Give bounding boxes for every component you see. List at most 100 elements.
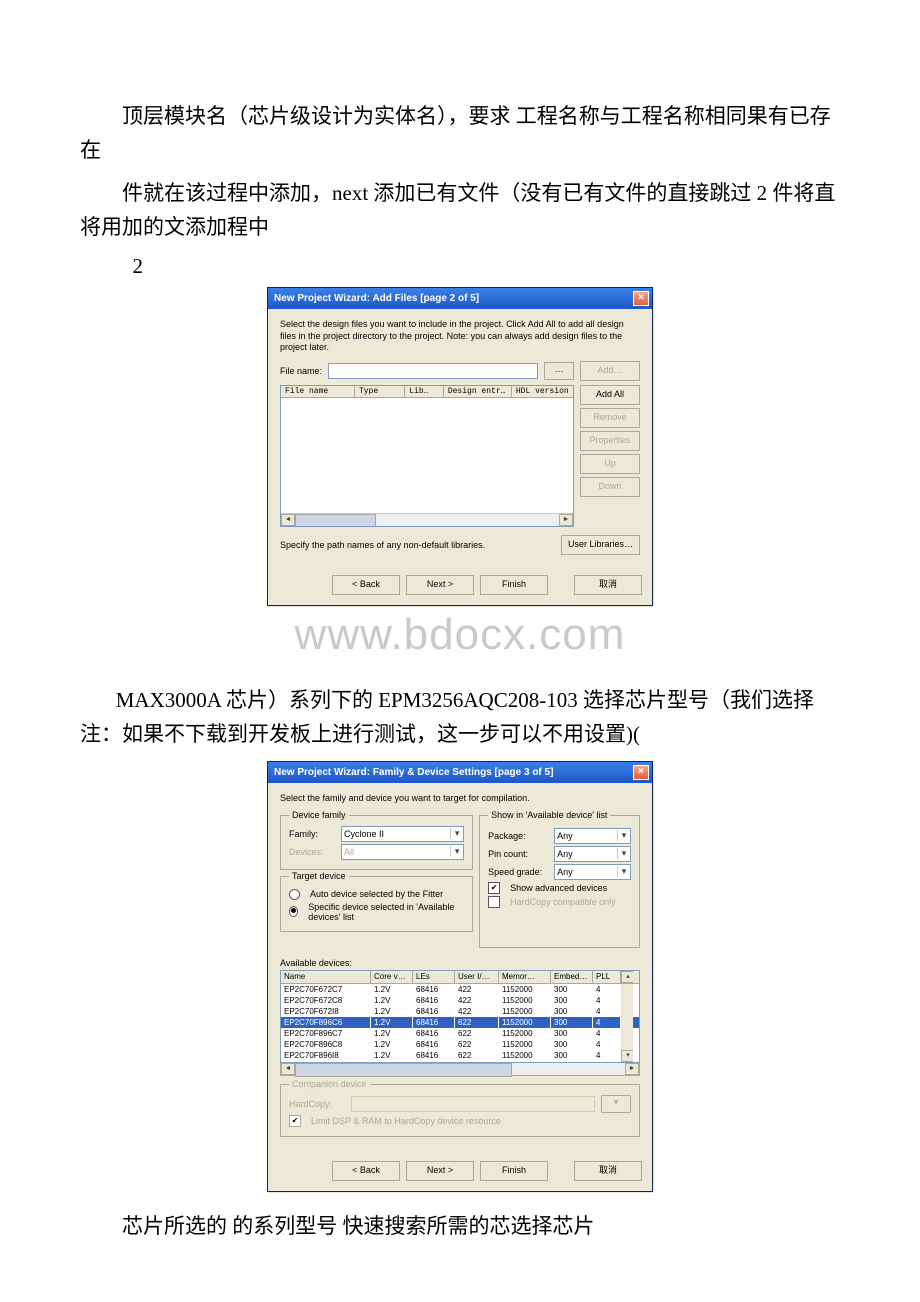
col-entry[interactable]: Design entr… bbox=[444, 386, 512, 397]
table-cell: 1152000 bbox=[499, 995, 551, 1006]
dialog-titlebar[interactable]: New Project Wizard: Add Files [page 2 of… bbox=[268, 288, 652, 309]
table-row[interactable]: EP2C70F672I81.2V6841642211520003004 bbox=[281, 1006, 639, 1017]
files-table[interactable]: File name Type Lib… Design entr… HDL ver… bbox=[280, 385, 574, 527]
table-row[interactable]: EP2C70F896I81.2V6841662211520003004▾ bbox=[281, 1050, 639, 1062]
horizontal-scrollbar[interactable]: ◄ ► bbox=[280, 1063, 640, 1076]
table-cell: 1152000 bbox=[499, 1039, 551, 1050]
col-les[interactable]: LEs bbox=[413, 971, 455, 983]
table-row[interactable]: EP2C70F672C81.2V6841642211520003004 bbox=[281, 995, 639, 1006]
filename-input[interactable] bbox=[328, 363, 538, 379]
available-devices-label: Available devices: bbox=[280, 958, 640, 968]
scroll-up-icon[interactable]: ▴ bbox=[621, 971, 633, 983]
checkbox-icon bbox=[488, 882, 500, 894]
user-libraries-button[interactable]: User Libraries… bbox=[561, 535, 640, 555]
target-device-group: Target device Auto device selected by th… bbox=[280, 876, 473, 932]
col-pll[interactable]: PLL bbox=[593, 971, 621, 983]
col-filename[interactable]: File name bbox=[281, 386, 355, 397]
finish-button[interactable]: Finish bbox=[480, 575, 548, 595]
col-hdl[interactable]: HDL version bbox=[512, 386, 573, 397]
col-lib[interactable]: Lib… bbox=[405, 386, 444, 397]
back-button[interactable]: < Back bbox=[332, 1161, 400, 1181]
scroll-right-icon[interactable]: ► bbox=[625, 1063, 639, 1075]
table-cell: 622 bbox=[455, 1017, 499, 1028]
family-select[interactable]: Cyclone II▾ bbox=[341, 826, 464, 842]
table-cell: 68416 bbox=[413, 1028, 455, 1039]
scroll-track[interactable] bbox=[295, 1063, 625, 1075]
limit-dsp-checkbox: Limit DSP & RAM to HardCopy device resou… bbox=[289, 1115, 631, 1127]
scroll-left-icon[interactable]: ◄ bbox=[281, 1063, 295, 1075]
speed-select[interactable]: Any▾ bbox=[554, 864, 631, 880]
available-devices-table[interactable]: Name Core v… LEs User I/… Memor… Embed… … bbox=[280, 970, 640, 1063]
dialog-instructions: Select the family and device you want to… bbox=[280, 793, 640, 804]
add-button[interactable]: Add… bbox=[580, 361, 640, 381]
col-io[interactable]: User I/… bbox=[455, 971, 499, 983]
table-row[interactable]: EP2C70F672C71.2V6841642211520003004 bbox=[281, 984, 639, 995]
specific-device-label: Specific device selected in 'Available d… bbox=[308, 902, 464, 922]
horizontal-scrollbar[interactable]: ◄ ► bbox=[281, 513, 573, 526]
col-core[interactable]: Core v… bbox=[371, 971, 413, 983]
next-button[interactable]: Next > bbox=[406, 1161, 474, 1181]
close-icon[interactable]: × bbox=[633, 765, 649, 780]
scroll-down-icon[interactable]: ▾ bbox=[621, 1050, 633, 1062]
table-row[interactable]: EP2C70F896C81.2V6841662211520003004 bbox=[281, 1039, 639, 1050]
down-button[interactable]: Down bbox=[580, 477, 640, 497]
properties-button[interactable]: Properties bbox=[580, 431, 640, 451]
table-cell: 4 bbox=[593, 1039, 621, 1050]
table-cell: 1.2V bbox=[371, 1006, 413, 1017]
cancel-button[interactable]: 取消 bbox=[574, 1161, 642, 1181]
back-button[interactable]: < Back bbox=[332, 575, 400, 595]
device-settings-dialog: New Project Wizard: Family & Device Sett… bbox=[267, 761, 653, 1191]
scroll-left-icon[interactable]: ◄ bbox=[281, 514, 295, 526]
remove-button[interactable]: Remove bbox=[580, 408, 640, 428]
col-emb[interactable]: Embed… bbox=[551, 971, 593, 983]
table-cell: EP2C70F672C8 bbox=[281, 995, 371, 1006]
col-type[interactable]: Type bbox=[355, 386, 405, 397]
table-cell: ▾ bbox=[621, 1050, 633, 1062]
table-cell: 300 bbox=[551, 984, 593, 995]
paragraph-1: 顶层模块名（芯片级设计为实体名），要求 工程名称与工程名称相同果有已存在 bbox=[80, 100, 840, 167]
table-cell: 1.2V bbox=[371, 1039, 413, 1050]
show-advanced-checkbox[interactable]: Show advanced devices bbox=[488, 882, 631, 894]
device-family-group: Device family Family: Cyclone II▾ Device… bbox=[280, 815, 473, 870]
scroll-thumb[interactable] bbox=[295, 514, 376, 527]
specific-device-radio[interactable]: Specific device selected in 'Available d… bbox=[289, 902, 464, 922]
dialog-titlebar[interactable]: New Project Wizard: Family & Device Sett… bbox=[268, 762, 652, 783]
table-cell: 422 bbox=[455, 984, 499, 995]
auto-device-radio[interactable]: Auto device selected by the Fitter bbox=[289, 889, 464, 900]
table-row[interactable]: EP2C70F896C61.2V6841662211520003004 bbox=[281, 1017, 639, 1028]
cancel-button[interactable]: 取消 bbox=[574, 575, 642, 595]
table-cell: 68416 bbox=[413, 995, 455, 1006]
scroll-right-icon[interactable]: ► bbox=[559, 514, 573, 526]
table-cell: EP2C70F672I8 bbox=[281, 1006, 371, 1017]
browse-button[interactable]: … bbox=[544, 362, 574, 380]
package-value: Any bbox=[557, 831, 573, 841]
table-row[interactable]: EP2C70F896C71.2V6841662211520003004 bbox=[281, 1028, 639, 1039]
finish-button[interactable]: Finish bbox=[480, 1161, 548, 1181]
next-button[interactable]: Next > bbox=[406, 575, 474, 595]
table-cell: 1.2V bbox=[371, 1028, 413, 1039]
pincount-select[interactable]: Any▾ bbox=[554, 846, 631, 862]
add-files-dialog: New Project Wizard: Add Files [page 2 of… bbox=[267, 287, 653, 606]
checkbox-icon bbox=[488, 896, 500, 908]
scroll-track[interactable] bbox=[295, 514, 559, 526]
close-icon[interactable]: × bbox=[633, 291, 649, 306]
add-all-button[interactable]: Add All bbox=[580, 385, 640, 405]
chevron-down-icon: ▾ bbox=[617, 848, 630, 859]
col-mem[interactable]: Memor… bbox=[499, 971, 551, 983]
col-name[interactable]: Name bbox=[281, 971, 371, 983]
speed-label: Speed grade: bbox=[488, 867, 548, 877]
target-device-legend: Target device bbox=[289, 871, 349, 881]
limit-dsp-label: Limit DSP & RAM to HardCopy device resou… bbox=[311, 1116, 501, 1126]
vertical-scrollbar[interactable]: ▴ bbox=[621, 971, 633, 983]
table-cell: EP2C70F896C8 bbox=[281, 1039, 371, 1050]
table-cell: 300 bbox=[551, 1006, 593, 1017]
table-cell: 1152000 bbox=[499, 1050, 551, 1062]
package-select[interactable]: Any▾ bbox=[554, 828, 631, 844]
devices-label: Devices: bbox=[289, 847, 335, 857]
table-cell: 1.2V bbox=[371, 1017, 413, 1028]
up-button[interactable]: Up bbox=[580, 454, 640, 474]
devices-table-header: Name Core v… LEs User I/… Memor… Embed… … bbox=[281, 971, 639, 984]
scroll-thumb[interactable] bbox=[295, 1063, 512, 1077]
filename-label: File name: bbox=[280, 366, 322, 376]
devices-select: All▾ bbox=[341, 844, 464, 860]
